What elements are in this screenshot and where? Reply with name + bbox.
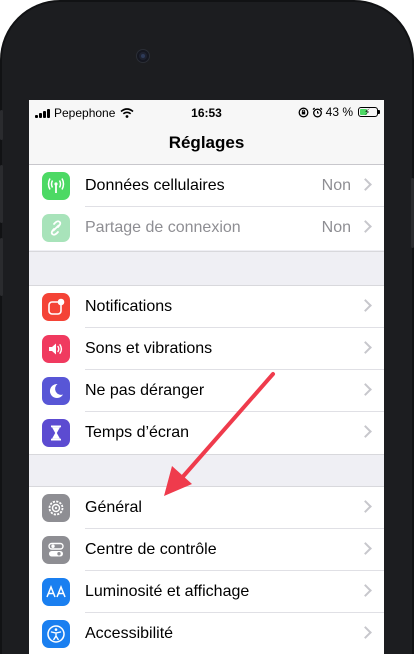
battery-percent: 43 %	[325, 105, 353, 119]
settings-row-label: Données cellulaires	[85, 177, 225, 194]
screen: Pepephone 16:53 43 % ⚡ Réglages Données …	[29, 100, 384, 654]
settings-row-accessibility[interactable]: Accessibilité	[29, 613, 384, 654]
settings-row-label: Centre de contrôle	[85, 541, 217, 558]
alarm-icon	[312, 107, 323, 117]
side-button-left-1	[0, 110, 3, 140]
moon-icon	[42, 377, 70, 405]
chevron-right-icon	[359, 299, 372, 312]
gear-icon	[42, 494, 70, 522]
settings-row-label: Sons et vibrations	[85, 340, 213, 357]
settings-row-label: Notifications	[85, 298, 173, 315]
charging-bolt-icon: ⚡	[364, 107, 371, 117]
status-bar: Pepephone 16:53 43 % ⚡	[29, 100, 384, 126]
toggles-icon	[42, 536, 70, 564]
settings-row-label: Partage de connexion	[85, 219, 241, 236]
settings-row-label: Luminosité et affichage	[85, 583, 250, 600]
settings-group-notifications: Notifications Sons et vibrations Ne pas …	[29, 286, 384, 454]
page-title: Réglages	[168, 133, 245, 152]
chevron-right-icon	[359, 383, 372, 396]
chevron-right-icon	[359, 425, 372, 438]
chevron-right-icon	[359, 626, 372, 639]
side-button-left-3	[0, 238, 3, 296]
settings-row-notifications[interactable]: Notifications	[29, 286, 384, 328]
chevron-right-icon	[359, 178, 372, 191]
settings-row-label: Accessibilité	[85, 625, 174, 642]
settings-row-sounds[interactable]: Sons et vibrations	[29, 328, 384, 370]
accessibility-icon	[42, 620, 70, 648]
chevron-right-icon	[359, 341, 372, 354]
settings-row-value: Non	[321, 219, 351, 236]
status-right: 43 % ⚡	[298, 105, 380, 119]
front-camera	[137, 50, 149, 62]
settings-row-general[interactable]: Général	[29, 487, 384, 529]
rotation-lock-icon	[298, 107, 309, 117]
navigation-bar: Réglages	[29, 126, 384, 165]
settings-row-cellular-data[interactable]: Données cellulaires Non	[29, 165, 384, 207]
settings-group-general: Général Centre de contrôle Luminosité et…	[29, 487, 384, 654]
text-size-icon	[42, 578, 70, 606]
settings-row-display-brightness[interactable]: Luminosité et affichage	[29, 571, 384, 613]
link-icon	[42, 214, 70, 242]
chevron-right-icon	[359, 542, 372, 555]
hourglass-icon	[42, 419, 70, 447]
settings-group-network: Données cellulaires Non Partage de conne…	[29, 165, 384, 250]
settings-row-label: Ne pas déranger	[85, 382, 205, 399]
side-button-left-2	[0, 165, 3, 223]
phone-frame: Pepephone 16:53 43 % ⚡ Réglages Données …	[0, 0, 414, 654]
settings-row-label: Général	[85, 499, 142, 516]
chevron-right-icon	[359, 500, 372, 513]
section-spacer	[29, 251, 384, 286]
notifications-icon	[42, 293, 70, 321]
antenna-icon	[42, 172, 70, 200]
battery-icon: ⚡	[358, 107, 380, 117]
settings-row-do-not-disturb[interactable]: Ne pas déranger	[29, 370, 384, 412]
settings-row-personal-hotspot[interactable]: Partage de connexion Non	[29, 207, 384, 249]
settings-row-label: Temps d’écran	[85, 424, 190, 441]
settings-row-value: Non	[321, 177, 351, 194]
chevron-right-icon	[359, 220, 372, 233]
section-spacer	[29, 454, 384, 487]
settings-row-screen-time[interactable]: Temps d’écran	[29, 412, 384, 454]
chevron-right-icon	[359, 584, 372, 597]
speaker-icon	[42, 335, 70, 363]
settings-row-control-center[interactable]: Centre de contrôle	[29, 529, 384, 571]
